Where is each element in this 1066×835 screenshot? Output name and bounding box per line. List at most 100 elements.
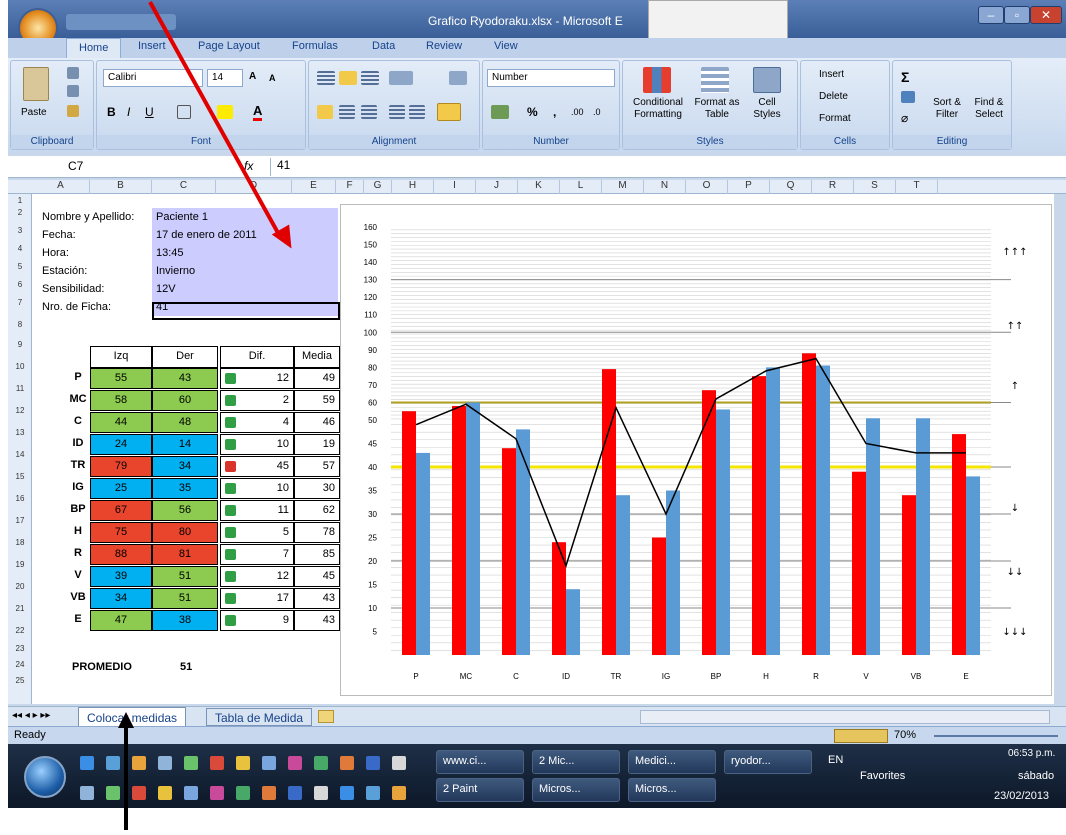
currency-icon[interactable] (491, 105, 509, 119)
column-header[interactable]: M (602, 180, 644, 194)
zoom-level[interactable]: 70% (894, 729, 916, 741)
quick-launch-icon[interactable] (184, 786, 198, 800)
format-as-table-button[interactable]: Format as Table (693, 97, 741, 121)
quick-launch-icon[interactable] (288, 756, 302, 770)
row-header[interactable]: 21 (8, 604, 32, 613)
quick-launch-icon[interactable] (340, 786, 354, 800)
align-bottom-icon[interactable] (361, 71, 379, 85)
dif-cell[interactable]: 12 (220, 368, 294, 389)
row-header[interactable]: 20 (8, 582, 32, 591)
row-header[interactable]: 22 (8, 626, 32, 635)
tab-review[interactable]: Review (426, 40, 462, 52)
quick-launch-icon[interactable] (132, 756, 146, 770)
der-value[interactable]: 14 (152, 434, 218, 455)
media-value[interactable]: 19 (294, 434, 340, 455)
start-button[interactable] (24, 756, 66, 798)
media-value[interactable]: 46 (294, 412, 340, 433)
row-header[interactable]: 12 (8, 406, 32, 415)
number-format-dropdown[interactable]: Number (487, 69, 615, 87)
column-header[interactable]: J (476, 180, 518, 194)
dif-cell[interactable]: 5 (220, 522, 294, 543)
tab-nav-arrows[interactable]: ◂◂ ◂ ▸ ▸▸ (12, 710, 50, 721)
quick-launch-icon[interactable] (106, 786, 120, 800)
dif-cell[interactable]: 45 (220, 456, 294, 477)
column-header[interactable]: L (560, 180, 602, 194)
quick-launch-icon[interactable] (210, 786, 224, 800)
der-value[interactable]: 38 (152, 610, 218, 631)
row-header[interactable]: 7 (8, 298, 32, 307)
conditional-formatting-icon[interactable] (643, 67, 671, 93)
quick-launch-icon[interactable] (288, 786, 302, 800)
quick-launch-icon[interactable] (158, 756, 172, 770)
horizontal-scrollbar[interactable] (640, 710, 1050, 724)
format-button[interactable]: Format (819, 113, 851, 124)
copy-icon[interactable] (67, 85, 79, 97)
der-value[interactable]: 34 (152, 456, 218, 477)
media-value[interactable]: 43 (294, 588, 340, 609)
row-header[interactable]: 1 (8, 196, 32, 205)
dif-cell[interactable]: 2 (220, 390, 294, 411)
row-header[interactable]: 19 (8, 560, 32, 569)
quick-launch-icon[interactable] (366, 786, 380, 800)
quick-launch-icon[interactable] (236, 756, 250, 770)
row-header[interactable]: 4 (8, 244, 32, 253)
izq-value[interactable]: 25 (90, 478, 152, 499)
izq-value[interactable]: 47 (90, 610, 152, 631)
dif-cell[interactable]: 12 (220, 566, 294, 587)
info-value[interactable]: 13:45 (156, 244, 184, 262)
column-header[interactable]: K (518, 180, 560, 194)
taskbar-ryodor[interactable]: ryodor... (724, 750, 812, 774)
row-header[interactable]: 11 (8, 384, 32, 393)
wrap-text-icon[interactable] (449, 71, 467, 85)
column-header[interactable]: C (152, 180, 216, 194)
cell-styles-button[interactable]: Cell Styles (747, 97, 787, 121)
column-header[interactable]: H (392, 180, 434, 194)
quick-launch-icon[interactable] (366, 756, 380, 770)
media-value[interactable]: 62 (294, 500, 340, 521)
insert-button[interactable]: Insert (819, 69, 844, 80)
row-header[interactable]: 5 (8, 262, 32, 271)
column-header[interactable]: T (896, 180, 938, 194)
cell-styles-icon[interactable] (753, 67, 781, 93)
view-buttons[interactable] (834, 729, 888, 743)
der-value[interactable]: 51 (152, 588, 218, 609)
dif-cell[interactable]: 7 (220, 544, 294, 565)
taskbar-micros-2[interactable]: Micros... (628, 778, 716, 802)
quick-launch-icon[interactable] (158, 786, 172, 800)
row-header[interactable]: 18 (8, 538, 32, 547)
align-top-icon[interactable] (317, 71, 335, 85)
row-header[interactable]: 2 (8, 208, 32, 217)
tab-page-layout[interactable]: Page Layout (198, 40, 260, 52)
paste-icon[interactable] (23, 67, 49, 101)
media-value[interactable]: 45 (294, 566, 340, 587)
conditional-formatting-button[interactable]: Conditional Formatting (625, 97, 691, 121)
izq-value[interactable]: 55 (90, 368, 152, 389)
dif-cell[interactable]: 17 (220, 588, 294, 609)
izq-value[interactable]: 58 (90, 390, 152, 411)
paste-button[interactable]: Paste (21, 107, 47, 118)
increase-indent-icon[interactable] (409, 105, 425, 119)
row-header[interactable]: 8 (8, 320, 32, 329)
italic-button[interactable]: I (127, 105, 130, 119)
column-header[interactable]: S (854, 180, 896, 194)
info-value[interactable]: Paciente 1 (156, 208, 208, 226)
column-header[interactable]: E (292, 180, 336, 194)
font-size-dropdown[interactable]: 14 (207, 69, 243, 87)
selected-cell[interactable] (152, 302, 340, 320)
der-value[interactable]: 81 (152, 544, 218, 565)
language-indicator[interactable]: EN (828, 754, 843, 766)
der-value[interactable]: 48 (152, 412, 218, 433)
media-value[interactable]: 78 (294, 522, 340, 543)
dif-cell[interactable]: 11 (220, 500, 294, 521)
izq-value[interactable]: 24 (90, 434, 152, 455)
column-header[interactable]: G (364, 180, 392, 194)
zoom-slider[interactable] (934, 735, 1058, 737)
center-icon[interactable] (339, 105, 355, 119)
der-value[interactable]: 80 (152, 522, 218, 543)
row-header[interactable]: 3 (8, 226, 32, 235)
tab-home[interactable]: Home (66, 38, 122, 59)
row-header[interactable]: 13 (8, 428, 32, 437)
format-as-table-icon[interactable] (701, 67, 729, 93)
fill-icon[interactable] (901, 91, 915, 103)
row-header[interactable]: 16 (8, 494, 32, 503)
